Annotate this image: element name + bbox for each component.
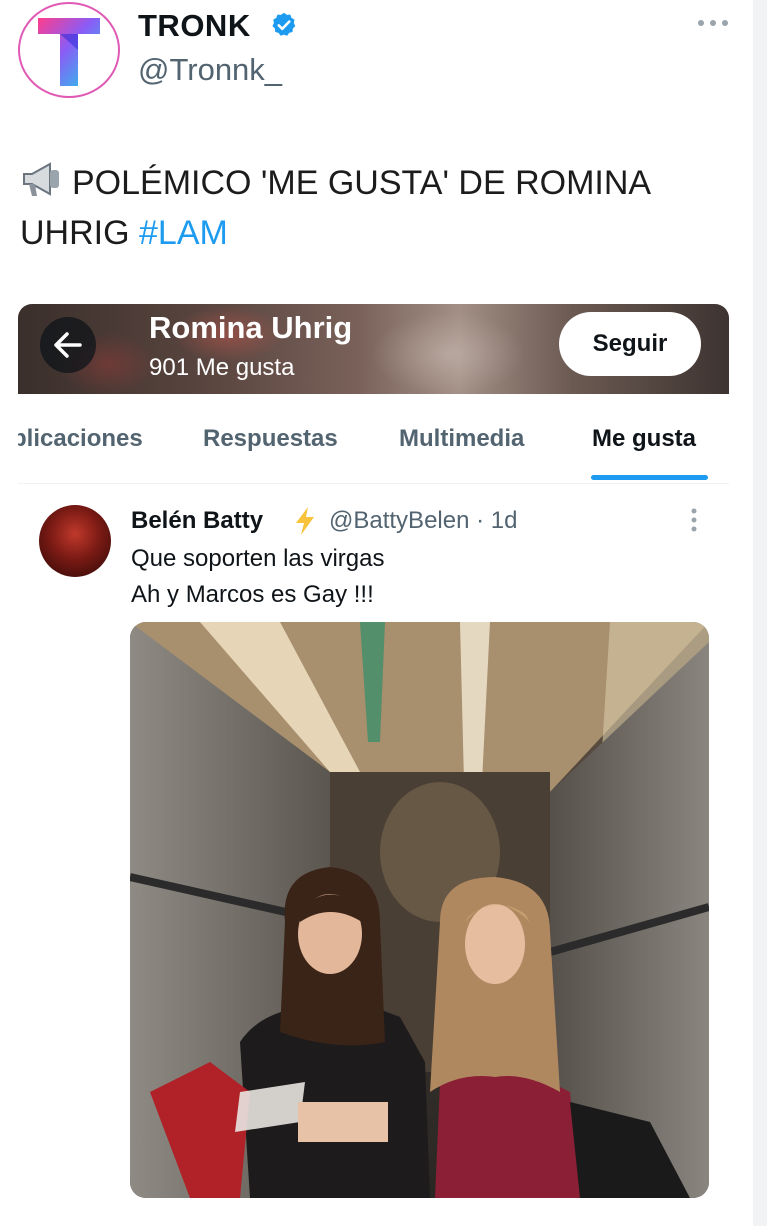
liked-tweet-text-line-1: Que soporten las virgas [131, 545, 385, 572]
liked-tweet-author-name[interactable]: Belén Batty [131, 507, 263, 535]
tronk-logo-icon [38, 18, 100, 86]
more-options-icon[interactable] [696, 16, 730, 30]
liked-tweet-photo[interactable] [130, 622, 709, 1198]
lightning-icon [296, 507, 314, 535]
megaphone-icon [23, 162, 59, 196]
profile-name: Romina Uhrig [149, 310, 353, 345]
photo-image [130, 622, 709, 1198]
back-button[interactable] [40, 317, 96, 373]
profile-likes-count: 901 Me gusta [149, 354, 295, 381]
author-display-name[interactable]: TRONK [138, 8, 251, 44]
tweet-main-text: POLÉMICO 'ME GUSTA' DE ROMINA UHRIG [20, 164, 650, 252]
liked-tweet-handle-time[interactable]: @BattyBelen · 1d [329, 507, 517, 535]
tab-me-gusta[interactable]: Me gusta [592, 425, 696, 453]
liked-tweet-text-line-2: Ah y Marcos es Gay !!! [131, 581, 374, 608]
follow-button[interactable]: Seguir [559, 312, 701, 376]
profile-tabs: blicaciones Respuestas Multimedia Me gus… [18, 405, 729, 484]
tab-publicaciones[interactable]: blicaciones [18, 425, 143, 453]
profile-header-banner: Romina Uhrig 901 Me gusta Seguir [18, 304, 729, 394]
author-avatar[interactable] [18, 2, 120, 98]
more-options-icon[interactable] [689, 507, 699, 533]
author-handle[interactable]: @Tronnk_ [138, 52, 282, 88]
liked-tweet-avatar[interactable] [39, 505, 111, 577]
active-tab-indicator [591, 475, 708, 480]
verified-badge-icon [272, 12, 296, 36]
hashtag-link[interactable]: #LAM [139, 214, 228, 252]
tab-multimedia[interactable]: Multimedia [399, 425, 524, 453]
tweet-text: POLÉMICO 'ME GUSTA' DE ROMINA UHRIG #LAM [20, 158, 730, 258]
back-arrow-icon [54, 332, 82, 358]
page-edge-strip [753, 0, 767, 1226]
tab-respuestas[interactable]: Respuestas [203, 425, 338, 453]
